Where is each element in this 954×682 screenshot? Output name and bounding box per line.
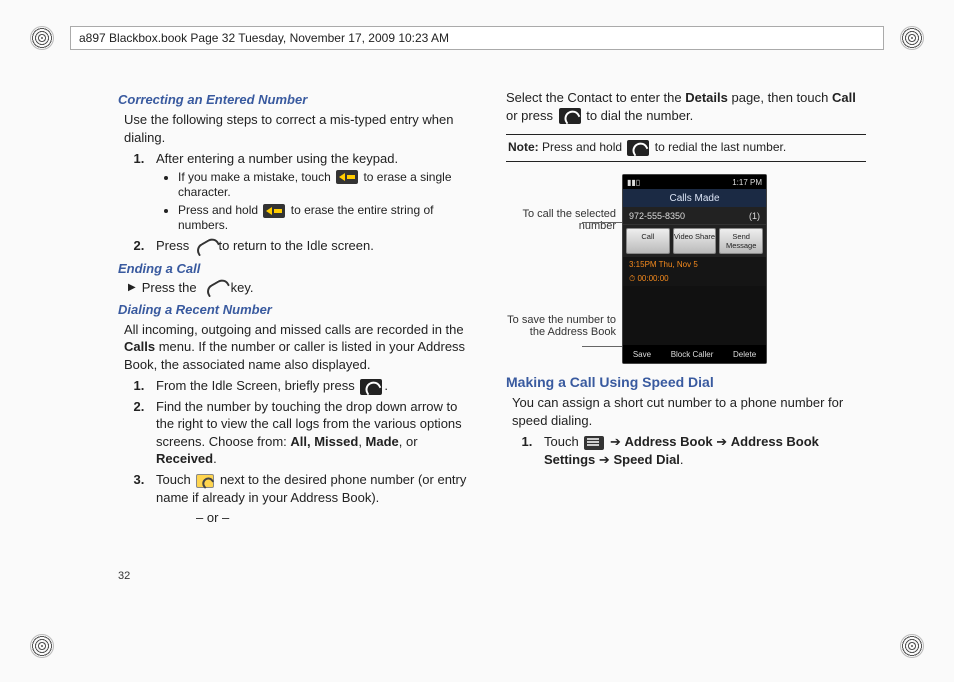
crop-mark-left-icon [28,24,56,52]
recent-intro: All incoming, outgoing and missed calls … [124,321,478,374]
crop-marks-footer [28,632,926,660]
phone-video-share-button: Video Share [673,228,717,254]
right-column: Select the Contact to enter the Details … [506,86,866,602]
phone-bottom-bar: Save Block Caller Delete [623,345,766,363]
backspace-icon [263,204,285,218]
heading-correcting: Correcting an Entered Number [118,92,478,107]
bullet-1a: If you make a mistake, touch to erase a … [178,170,478,201]
continuation-text: Select the Contact to enter the Details … [506,89,866,124]
speed-dial-step-1: Touch ➔ Address Book ➔ Address Book Sett… [536,433,866,468]
backspace-icon [336,170,358,184]
phone-number-row: 972-555-8350 (1) [623,207,766,225]
dial-key-icon [559,108,581,124]
recent-step-3: Touch next to the desired phone number (… [148,471,478,527]
phone-screen-title: Calls Made [623,189,766,207]
or-separator: – or – [196,509,478,527]
menu-icon [584,436,604,450]
bullet-1b: Press and hold to erase the entire strin… [178,203,478,234]
end-key-icon [205,280,223,296]
recent-step-1: From the Idle Screen, briefly press . [148,377,478,395]
phone-call-button: Call [626,228,670,254]
intro-text: Use the following steps to correct a mis… [124,111,478,146]
signal-icon: ▮▮▯ [627,178,640,187]
left-column: Correcting an Entered Number Use the fol… [118,86,478,602]
phone-timer: ⏱ 00:00:00 [623,272,766,286]
phone-time: 1:17 PM [732,178,762,187]
phone-send-message-button: Send Message [719,228,763,254]
triangle-icon: ▶ [128,282,136,293]
crop-mark-right-icon [898,632,926,660]
speed-dial-intro: You can assign a short cut number to a p… [512,394,866,429]
step-1-text: After entering a number using the keypad… [156,151,398,166]
heading-speed-dial: Making a Call Using Speed Dial [506,374,866,390]
step-2: Press to return to the Idle screen. [148,237,478,255]
phone-count: (1) [749,211,760,221]
phone-block: Block Caller [671,350,714,359]
heading-ending: Ending a Call [118,261,478,276]
phone-status-bar: ▮▮▯ 1:17 PM [623,175,766,189]
phone-number: 972-555-8350 [629,211,685,221]
phone-callouts: To call the selected number To save the … [506,174,616,364]
phone-mock: ▮▮▯ 1:17 PM Calls Made 972-555-8350 (1) … [622,174,767,364]
dial-key-icon [360,379,382,395]
step-1: After entering a number using the keypad… [148,150,478,234]
phone-datetime: 3:15PM Thu, Nov 5 [623,257,766,272]
call-button-icon [196,474,214,488]
phone-save: Save [633,350,651,359]
callout-line-icon [582,222,622,223]
crop-marks-header: a897 Blackbox.book Page 32 Tuesday, Nove… [28,24,926,52]
phone-delete: Delete [733,350,756,359]
page-number: 32 [118,570,130,582]
crop-mark-left-icon [28,632,56,660]
phone-empty-area [623,286,766,345]
content-columns: Correcting an Entered Number Use the fol… [118,86,866,602]
callout-line-icon [582,346,622,347]
phone-action-buttons: Call Video Share Send Message [623,225,766,257]
heading-dialing-recent: Dialing a Recent Number [118,302,478,317]
running-header: a897 Blackbox.book Page 32 Tuesday, Nove… [70,26,884,50]
note-box: Note: Press and hold to redial the last … [506,134,866,162]
callout-save-number: To save the number to the Address Book [506,314,616,338]
ending-step: ▶ Press the key. [128,280,478,296]
recent-step-2: Find the number by touching the drop dow… [148,398,478,468]
crop-mark-right-icon [898,24,926,52]
callout-call-selected: To call the selected number [506,208,616,232]
end-key-icon [195,239,213,255]
phone-screenshot-figure: To call the selected number To save the … [506,174,866,364]
dial-key-icon [627,140,649,156]
